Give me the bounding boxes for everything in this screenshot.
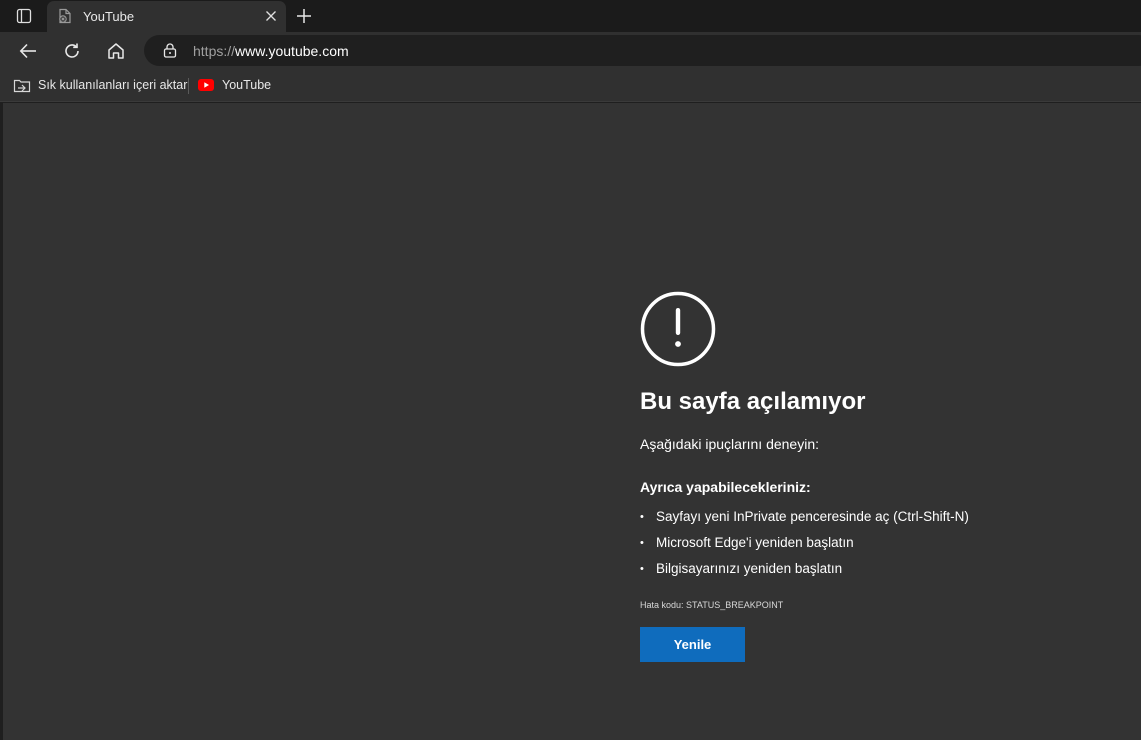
- address-bar[interactable]: https://www.youtube.com: [144, 35, 1141, 66]
- refresh-button[interactable]: [60, 39, 84, 63]
- youtube-icon: [198, 79, 214, 91]
- page-content: Bu sayfa açılamıyor Aşağıdaki ipuçlarını…: [3, 103, 1141, 740]
- error-panel: Bu sayfa açılamıyor Aşağıdaki ipuçlarını…: [640, 291, 1100, 662]
- tab-title: YouTube: [83, 9, 135, 24]
- page-error-icon: [59, 8, 71, 24]
- url-text[interactable]: https://www.youtube.com: [193, 43, 349, 59]
- back-button[interactable]: [16, 39, 40, 63]
- reload-button[interactable]: Yenile: [640, 627, 745, 662]
- tab-youtube[interactable]: YouTube: [47, 1, 286, 32]
- new-tab-icon[interactable]: [294, 6, 314, 26]
- warning-exclamation-icon: [640, 291, 716, 367]
- favorites-item-youtube[interactable]: YouTube: [198, 76, 271, 94]
- error-code: Hata kodu: STATUS_BREAKPOINT: [640, 600, 784, 610]
- suggestions-list: Sayfayı yeni InPrivate penceresinde aç (…: [640, 504, 1100, 582]
- navigation-toolbar: https://www.youtube.com: [0, 32, 1141, 69]
- error-hint: Aşağıdaki ipuçlarını deneyin:: [640, 436, 819, 452]
- list-item: Microsoft Edge'i yeniden başlatın: [640, 530, 1100, 556]
- close-icon[interactable]: [264, 9, 278, 23]
- error-title: Bu sayfa açılamıyor: [640, 388, 866, 415]
- import-favorites-icon: [13, 79, 31, 93]
- favorites-bar: Sık kullanılanları içeri aktar YouTube: [0, 69, 1141, 102]
- home-icon: [108, 43, 124, 59]
- url-scheme: https://: [193, 43, 236, 59]
- lock-icon[interactable]: [162, 42, 178, 58]
- favorites-item-label: YouTube: [222, 78, 272, 92]
- suggestions-heading: Ayrıca yapabilecekleriniz:: [640, 479, 811, 495]
- refresh-icon: [65, 43, 79, 58]
- tab-strip: YouTube: [0, 0, 1141, 32]
- back-arrow-icon: [19, 43, 36, 59]
- home-button[interactable]: [104, 39, 128, 63]
- list-item: Sayfayı yeni InPrivate penceresinde aç (…: [640, 504, 1100, 530]
- url-host: www.youtube.com: [235, 43, 349, 59]
- favorites-item-label: Sık kullanılanları içeri aktar: [38, 78, 188, 92]
- tab-actions-icon: [16, 8, 32, 24]
- favorites-separator: [188, 78, 189, 94]
- tab-actions-button[interactable]: [9, 6, 39, 26]
- list-item: Bilgisayarınızı yeniden başlatın: [640, 556, 1100, 582]
- favorites-item-import[interactable]: Sık kullanılanları içeri aktar: [13, 76, 187, 94]
